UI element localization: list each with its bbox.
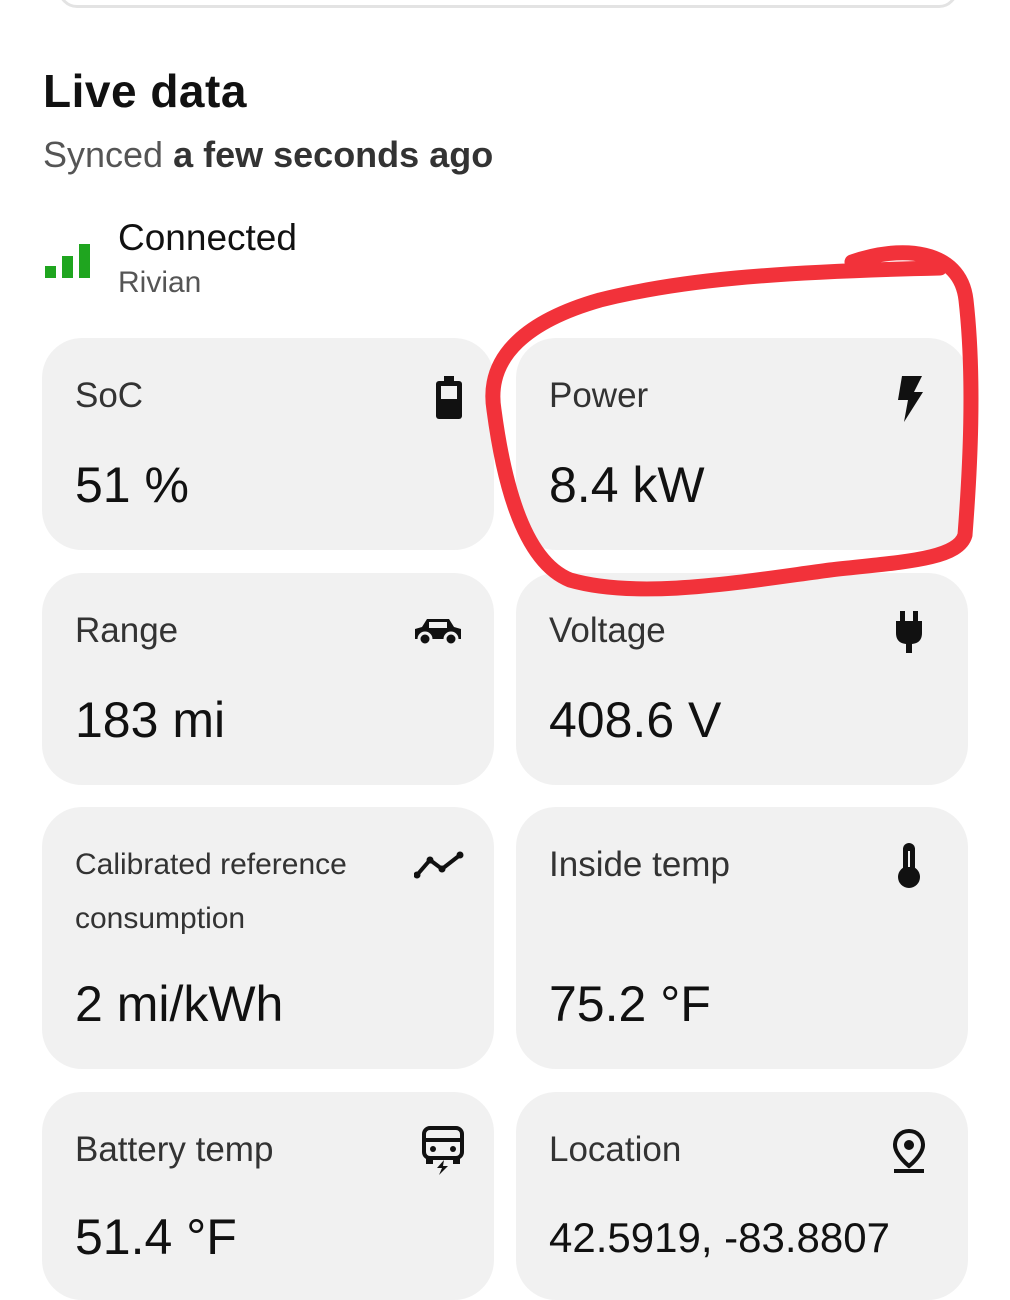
signal-bars-icon (45, 242, 91, 278)
connection-state: Connected (118, 217, 297, 258)
car-icon (412, 617, 464, 652)
metric-card-soc[interactable]: SoC 51 % (42, 338, 494, 550)
battery-temp-car-icon (422, 1126, 464, 1181)
lightning-icon (896, 376, 924, 427)
metric-value: 51.4 °F (75, 1209, 237, 1265)
metric-value: 8.4 kW (549, 457, 705, 513)
metric-label: SoC (75, 376, 144, 415)
metric-value: 42.5919, -83.8807 (549, 1214, 890, 1261)
metric-card-location[interactable]: Location 42.5919, -83.8807 (516, 1092, 968, 1300)
metric-value: 183 mi (75, 692, 226, 748)
metric-label: Battery temp (75, 1130, 274, 1169)
plug-icon (894, 611, 924, 658)
metric-label: Calibrated reference consumption (75, 848, 347, 935)
metric-card-consumption[interactable]: Calibrated reference consumption 2 mi/kW… (42, 807, 494, 1069)
location-pin-icon (892, 1128, 926, 1179)
metric-value: 75.2 °F (549, 976, 711, 1032)
metric-label: Location (549, 1130, 682, 1169)
connection-status: Connected Rivian (45, 218, 297, 300)
metric-card-power[interactable]: Power 8.4 kW (516, 338, 968, 550)
sync-status: Synced a few seconds ago (43, 134, 493, 176)
metric-label: Range (75, 611, 179, 650)
metric-card-inside-temp[interactable]: Inside temp 75.2 °F (516, 807, 968, 1069)
metric-value: 51 % (75, 457, 189, 513)
metric-label: Inside temp (549, 845, 730, 884)
trend-line-icon (413, 851, 464, 884)
previous-card-edge (58, 0, 958, 8)
vehicle-name: Rivian (118, 266, 202, 299)
metric-label: Power (549, 376, 649, 415)
metric-card-voltage[interactable]: Voltage 408.6 V (516, 573, 968, 785)
metric-value: 2 mi/kWh (75, 976, 284, 1032)
synced-prefix: Synced (43, 134, 164, 175)
synced-time: a few seconds ago (173, 134, 494, 175)
metric-card-battery-temp[interactable]: Battery temp 51.4 °F (42, 1092, 494, 1300)
metric-value: 408.6 V (549, 692, 722, 748)
metric-label: Voltage (549, 611, 666, 650)
thermometer-icon (896, 843, 922, 894)
battery-icon (434, 376, 464, 425)
page-title: Live data (43, 65, 247, 117)
metric-card-range[interactable]: Range 183 mi (42, 573, 494, 785)
